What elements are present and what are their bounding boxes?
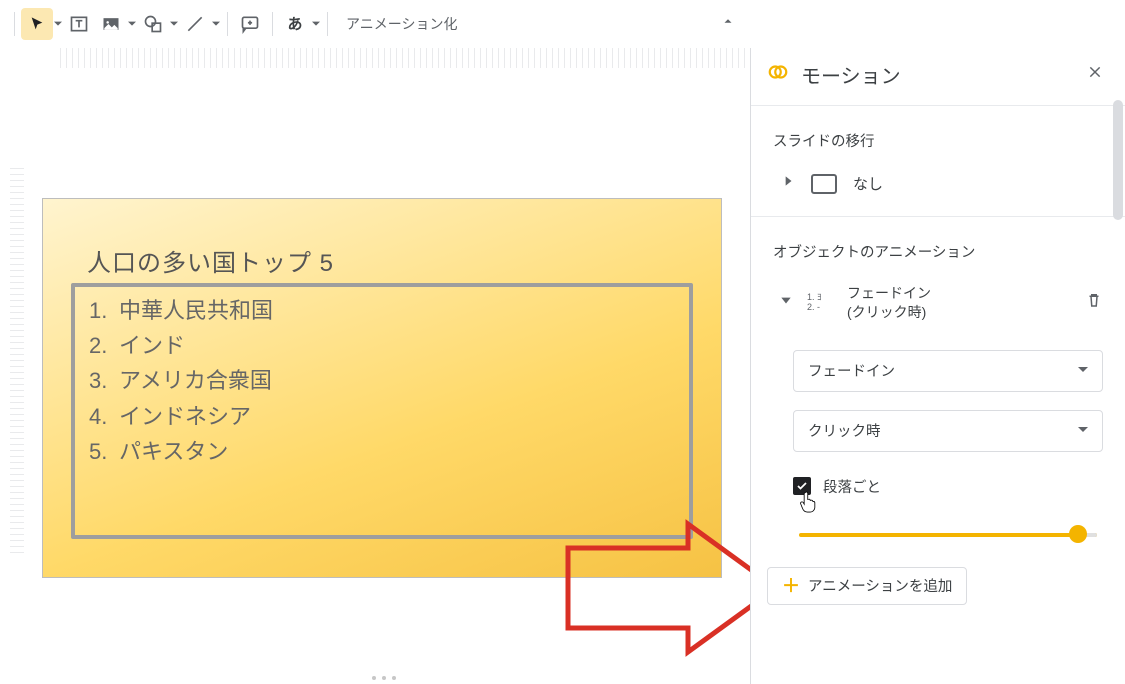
close-icon [1087, 64, 1103, 80]
shape-tool[interactable] [137, 8, 169, 40]
slide-list[interactable]: 1.中華人民共和国 2.インド 3.アメリカ合衆国 4.インドネシア 5.パキス… [89, 293, 273, 469]
animation-labels: フェードイン (クリック時) [847, 284, 1071, 322]
check-icon [796, 480, 808, 492]
slide[interactable]: 人口の多い国トップ 5 1.中華人民共和国 2.インド 3.アメリカ合衆国 4.… [42, 198, 722, 578]
main: 人口の多い国トップ 5 1.中華人民共和国 2.インド 3.アメリカ合衆国 4.… [0, 48, 1125, 684]
input-tool-caret[interactable] [311, 20, 321, 28]
duration-slider[interactable] [799, 525, 1097, 545]
transition-row[interactable]: なし [751, 163, 1125, 216]
image-tool[interactable] [95, 8, 127, 40]
effect-select-value: フェードイン [808, 360, 895, 381]
list-item: 3.アメリカ合衆国 [89, 363, 273, 398]
checkbox-label: 段落ごと [823, 476, 881, 497]
add-animation-label: アニメーションを追加 [808, 575, 952, 596]
separator [227, 12, 228, 36]
comment-tool[interactable] [234, 8, 266, 40]
by-paragraph-row[interactable]: 段落ごと [793, 476, 1103, 497]
animation-item[interactable]: 1. ﾖ 2. - フェードイン (クリック時) [751, 274, 1125, 332]
canvas-area: 人口の多い国トップ 5 1.中華人民共和国 2.インド 3.アメリカ合衆国 4.… [30, 48, 750, 684]
separator [14, 12, 15, 36]
trigger-select-value: クリック時 [808, 420, 881, 441]
chevron-right-icon [781, 174, 795, 193]
effect-select[interactable]: フェードイン [793, 350, 1103, 392]
close-button[interactable] [1081, 58, 1109, 91]
slider-track [799, 533, 1097, 537]
image-icon [101, 14, 121, 34]
vertical-ruler [10, 168, 24, 558]
line-tool-caret[interactable] [211, 20, 221, 28]
list-item: 2.インド [89, 328, 273, 363]
textbox-tool[interactable] [63, 8, 95, 40]
animation-menu-label[interactable]: アニメーション化 [334, 14, 469, 34]
add-animation-button[interactable]: ＋ アニメーションを追加 [767, 567, 967, 605]
shape-icon [143, 14, 163, 34]
textbox-icon [69, 14, 89, 34]
motion-icon [767, 61, 789, 88]
animation-order-icon: 1. ﾖ 2. - [807, 293, 833, 313]
input-tool[interactable]: あ [279, 8, 311, 40]
slide-thumb-icon [811, 174, 837, 194]
shape-tool-caret[interactable] [169, 20, 179, 28]
horizontal-ruler [60, 48, 750, 68]
line-tool[interactable] [179, 8, 211, 40]
checkbox-checked[interactable] [793, 477, 811, 495]
panel-header: モーション [751, 48, 1125, 105]
plus-icon: ＋ [782, 577, 800, 595]
panel-title: モーション [801, 60, 1069, 89]
cursor-tool-caret[interactable] [53, 20, 63, 28]
image-tool-caret[interactable] [127, 20, 137, 28]
caret-down-icon [1078, 363, 1088, 379]
toolbar-collapse[interactable] [721, 14, 735, 33]
separator [272, 12, 273, 36]
comment-plus-icon [240, 14, 260, 34]
list-item: 5.パキスタン [89, 434, 273, 469]
transition-none-label: なし [853, 173, 883, 194]
motion-panel: モーション スライドの移行 なし オブジェクトのアニメーション 1. ﾖ 2. … [750, 48, 1125, 684]
slider-thumb[interactable] [1069, 525, 1087, 543]
caret-down-icon [1078, 423, 1088, 439]
separator [327, 12, 328, 36]
resize-handle[interactable] [372, 676, 396, 680]
left-gutter [0, 48, 30, 684]
cursor-tool[interactable] [21, 8, 53, 40]
trigger-select[interactable]: クリック時 [793, 410, 1103, 452]
scrollbar-thumb[interactable] [1113, 100, 1123, 220]
section-object-anim-label: オブジェクトのアニメーション [751, 217, 1125, 274]
section-transition-label: スライドの移行 [751, 106, 1125, 163]
line-icon [185, 14, 205, 34]
toolbar: あ アニメーション化 [0, 0, 1125, 48]
cursor-icon [29, 16, 45, 32]
list-item: 1.中華人民共和国 [89, 293, 273, 328]
list-item: 4.インドネシア [89, 399, 273, 434]
slide-title: 人口の多い国トップ 5 [87, 243, 334, 278]
trash-icon [1085, 291, 1103, 309]
delete-animation-button[interactable] [1085, 291, 1103, 314]
chevron-down-icon [779, 293, 793, 312]
